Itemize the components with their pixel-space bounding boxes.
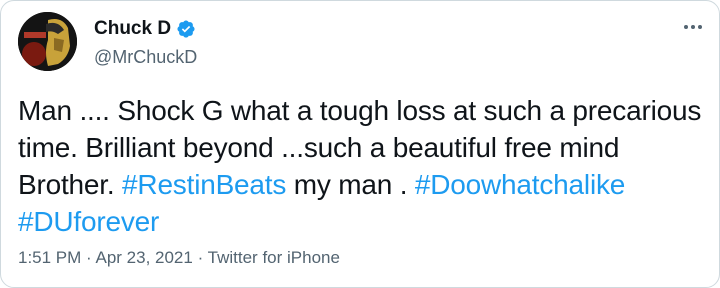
tweet-source: Twitter for iPhone: [207, 248, 340, 267]
more-options-icon[interactable]: [681, 17, 705, 37]
tweet-line-4: #DUforever: [18, 203, 708, 240]
verified-badge-icon: [176, 19, 196, 39]
user-names: Chuck D @MrChuckD: [94, 17, 197, 69]
tweet-header: Chuck D @MrChuckD: [18, 12, 197, 71]
avatar[interactable]: [18, 12, 77, 71]
hashtag-link[interactable]: #RestinBeats: [122, 169, 286, 200]
tweet-meta: 1:51 PM · Apr 23, 2021 · Twitter for iPh…: [18, 247, 340, 269]
tweet-text-segment: Brother.: [18, 169, 123, 200]
tweet-line-3: Brother. #RestinBeats my man . #Doowhatc…: [18, 166, 708, 203]
tweet-line-2: time. Brilliant beyond ...such a beautif…: [18, 132, 620, 163]
tweet-card: Chuck D @MrChuckD Man .... Shock G what …: [0, 0, 720, 288]
hashtag-link[interactable]: #Doowhatchalike: [415, 169, 625, 200]
tweet-text-segment: my man .: [286, 169, 415, 200]
user-handle[interactable]: @MrChuckD: [94, 45, 197, 69]
meta-separator: ·: [192, 248, 208, 267]
name-row: Chuck D: [94, 17, 197, 41]
tweet-time[interactable]: 1:51 PM: [18, 248, 81, 267]
hashtag-link[interactable]: #DUforever: [18, 206, 159, 237]
meta-separator: ·: [81, 248, 96, 267]
tweet-text: Man .... Shock G what a tough loss at su…: [18, 92, 708, 240]
tweet-line-1: Man .... Shock G what a tough loss at su…: [18, 95, 702, 126]
display-name[interactable]: Chuck D: [94, 17, 171, 41]
tweet-date[interactable]: Apr 23, 2021: [95, 248, 192, 267]
